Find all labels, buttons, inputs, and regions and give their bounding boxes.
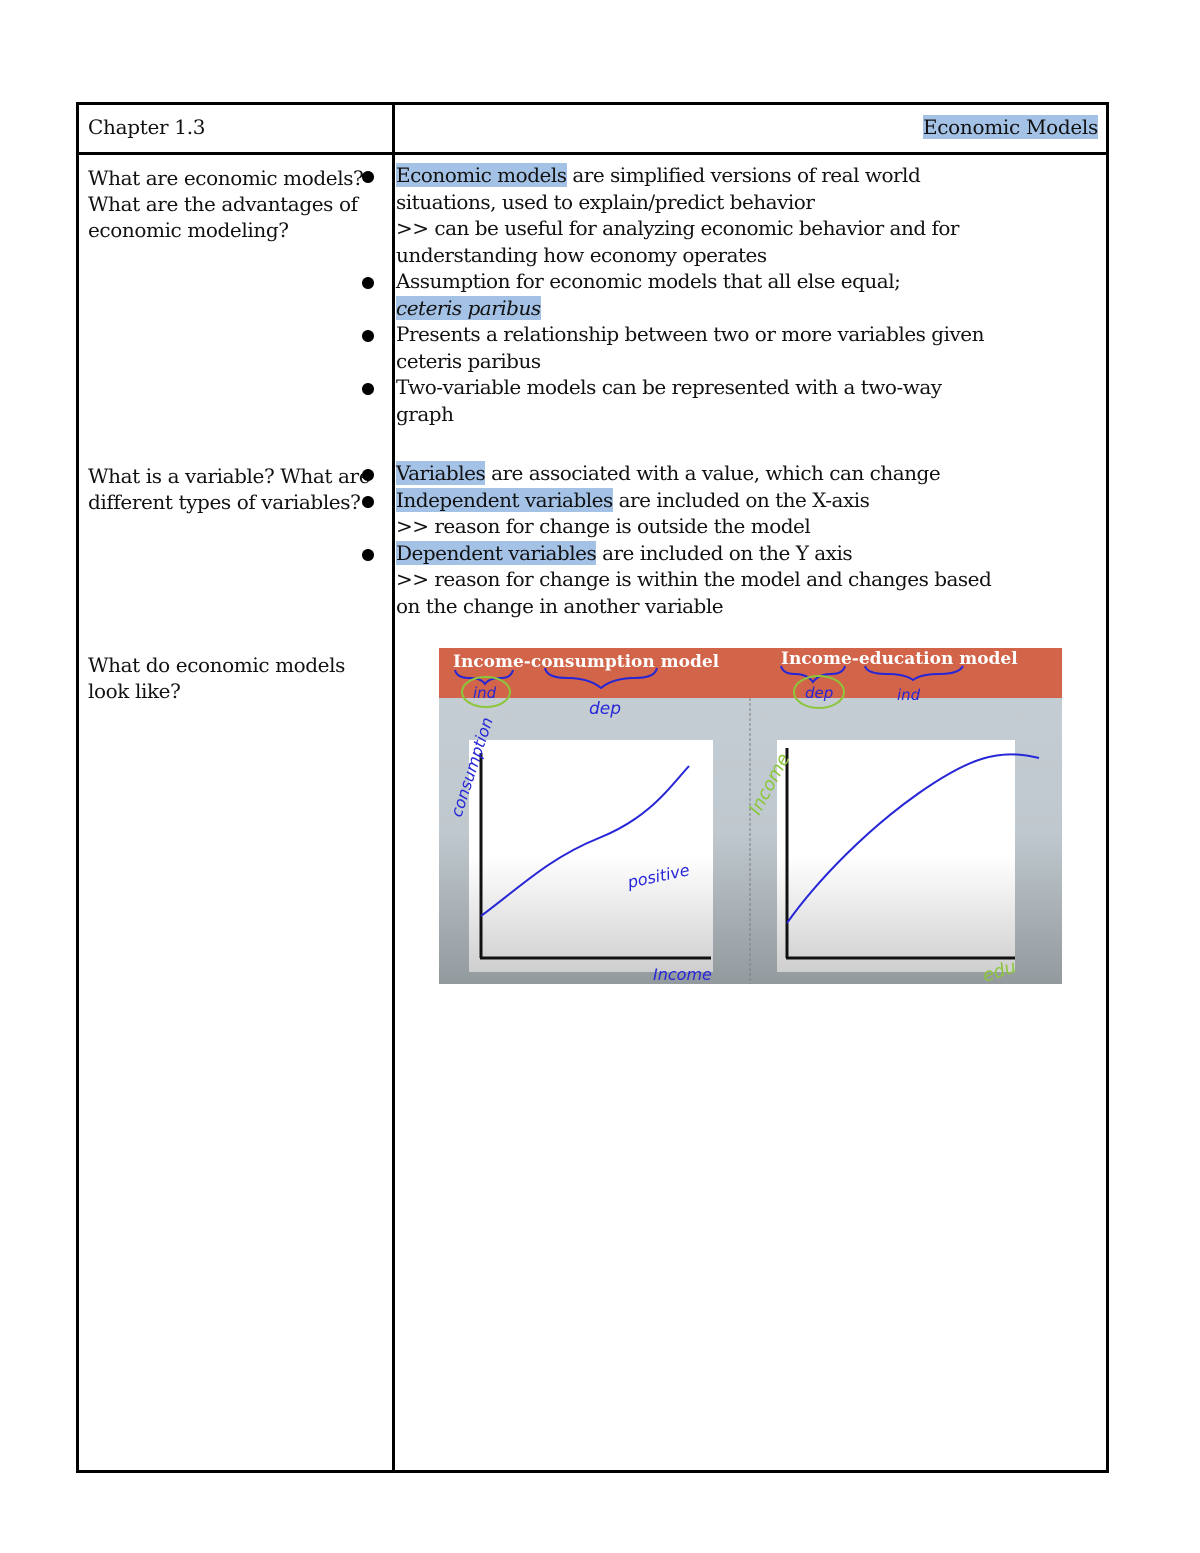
bullet-icon (362, 383, 374, 395)
question-3: What do economic models look like? (88, 653, 345, 703)
bullet-icon (362, 548, 374, 561)
bullet-icon (362, 495, 374, 508)
chapter-label: Chapter 1.3 (88, 115, 206, 139)
bullet-icon (362, 171, 374, 183)
answers-section-1: Economic models are simplified versions … (340, 162, 1000, 427)
left-x-label: Income (653, 965, 712, 984)
right-annotation-ind: ind (897, 686, 921, 704)
bullet-icon (362, 277, 374, 289)
bullet-item: Two-variable models can be represented w… (340, 374, 1000, 427)
question-1: What are economic models? What are the a… (88, 166, 364, 242)
answers-section-2: Variables are associated with a value, w… (340, 460, 1000, 619)
bullet-item: Variables are associated with a value, w… (340, 460, 1000, 487)
bullet-item: Economic models are simplified versions … (340, 162, 1000, 268)
bullet-item: Presents a relationship between two or m… (340, 321, 1000, 374)
right-plot-area (777, 740, 1015, 972)
left-annotation-ind: ind (473, 684, 497, 702)
header-divider (79, 152, 1106, 155)
left-plot-area (469, 740, 713, 972)
topic-title: Economic Models (922, 115, 1098, 139)
question-2: What is a variable? What are different t… (88, 464, 371, 514)
bullet-icon (362, 330, 374, 342)
bullet-item: Assumption for economic models that all … (340, 268, 1000, 321)
left-panel-title: Income-consumption model (453, 652, 720, 672)
bullet-icon (362, 469, 374, 481)
economic-models-figure: Income-consumption model ind dep consump… (439, 648, 1062, 984)
left-annotation-dep: dep (589, 699, 621, 719)
bullet-item: Independent variables are included on th… (340, 487, 1000, 540)
right-panel-title: Income-education model (781, 649, 1018, 669)
right-annotation-dep: dep (805, 684, 833, 702)
bullet-item: Dependent variables are included on the … (340, 540, 1000, 620)
figure-svg: Income-consumption model ind dep consump… (439, 648, 1062, 984)
